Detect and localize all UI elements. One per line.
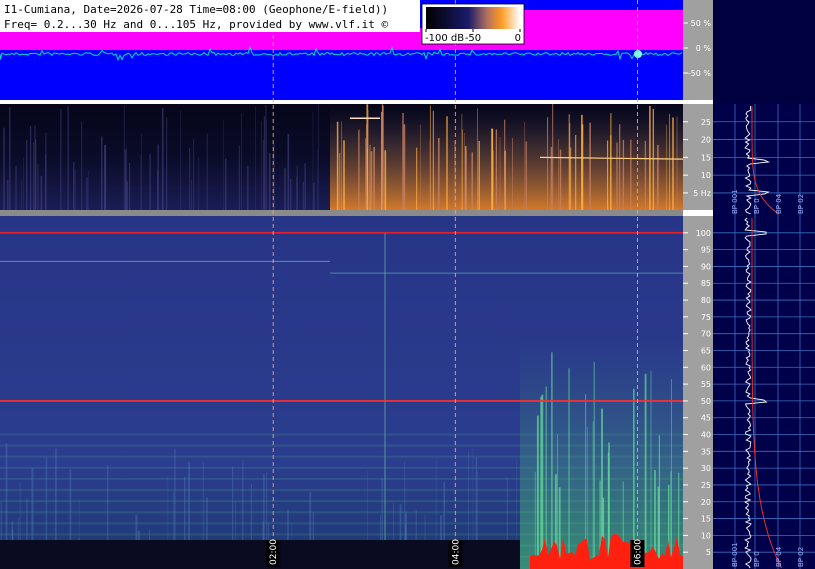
high-frequency-tick-label: 25 bbox=[701, 481, 711, 490]
high-frequency-tick-label: 55 bbox=[701, 380, 711, 389]
time-tick-label: 06:00 bbox=[633, 539, 643, 565]
high-frequency-tick-label: 10 bbox=[701, 531, 711, 540]
time-tick-label: 04:00 bbox=[451, 539, 461, 565]
side-spectrum-high: BP 001 BP 0 BP 04 BP 02 bbox=[713, 216, 815, 569]
side-tick-label: BP 0 bbox=[753, 198, 761, 214]
amplitude-tick-label: 0 % bbox=[696, 44, 712, 53]
high-frequency-tick-label: 20 bbox=[701, 498, 711, 507]
low-frequency-tick-label: 5 Hz bbox=[693, 189, 711, 198]
high-frequency-tick-label: 50 bbox=[701, 397, 711, 406]
low-frequency-tick-label: 10 bbox=[701, 171, 711, 180]
low-frequency-tick-label: 25 bbox=[701, 118, 711, 127]
colorbar-gradient bbox=[426, 7, 520, 29]
high-frequency-spectrogram bbox=[0, 216, 683, 569]
colorbar-tick-label: -50 bbox=[465, 33, 481, 44]
low-frequency-tick-label: 20 bbox=[701, 136, 711, 145]
side-spectrum-panel: BP 001 BP 0 BP 04 BP 02 BP 001 BP 0 BP 04 BP 0… bbox=[713, 0, 815, 569]
colorbar: -100 dB -50 0 bbox=[421, 3, 525, 45]
high-frequency-tick-label: 65 bbox=[701, 346, 711, 355]
high-frequency-tick-label: 30 bbox=[701, 464, 711, 473]
high-frequency-tick-label: 35 bbox=[701, 447, 711, 456]
high-frequency-tick-label: 75 bbox=[701, 313, 711, 322]
side-tick-label: BP 02 bbox=[797, 547, 805, 567]
figure-canvas: 02:00 04:00 06:00 50 % 0 % -50 % 5 Hz 10 15 20 2… bbox=[0, 0, 815, 569]
high-frequency-tick-label: 90 bbox=[701, 262, 711, 271]
header-line-2: Freq= 0.2...30 Hz and 0...105 Hz, provid… bbox=[4, 18, 388, 31]
amplitude-tick-label: -50 % bbox=[688, 69, 712, 78]
side-tick-label: BP 02 bbox=[797, 194, 805, 214]
amplitude-spike bbox=[634, 50, 642, 58]
header: I1-Cumiana, Date=2026-07-28 Time=08:00 (… bbox=[0, 0, 420, 32]
axis-strip-divider bbox=[683, 100, 713, 104]
side-panel-top bbox=[713, 0, 815, 104]
side-tick-label: BP 04 bbox=[775, 193, 783, 214]
side-tick-label: BP 0 bbox=[753, 551, 761, 567]
high-frequency-tick-label: 85 bbox=[701, 279, 711, 288]
side-spectrum-low: BP 001 BP 0 BP 04 BP 02 bbox=[713, 104, 815, 216]
low-frequency-spectrogram bbox=[0, 104, 684, 216]
high-frequency-tick-label: 95 bbox=[701, 246, 711, 255]
high-frequency-tick-label: 45 bbox=[701, 414, 711, 423]
side-tick-label: BP 001 bbox=[731, 189, 739, 214]
amplitude-tick-label: 50 % bbox=[691, 19, 712, 28]
low-frequency-tick-label: 15 bbox=[701, 153, 711, 162]
high-frequency-tick-label: 15 bbox=[701, 515, 711, 524]
header-line-1: I1-Cumiana, Date=2026-07-28 Time=08:00 (… bbox=[4, 3, 388, 16]
panel-divider-2 bbox=[0, 210, 683, 216]
frequency-axis-strip: 50 % 0 % -50 % 5 Hz 10 15 20 25 5 10 15 20 25 30 35 4… bbox=[683, 0, 713, 569]
side-tick-label: BP 001 bbox=[731, 542, 739, 567]
high-frequency-tick-label: 100 bbox=[696, 229, 711, 238]
time-tick-label: 02:00 bbox=[269, 539, 279, 565]
spectrogram-figure: 02:00 04:00 06:00 50 % 0 % -50 % 5 Hz 10 15 20 2… bbox=[0, 0, 815, 569]
high-frequency-tick-label: 60 bbox=[701, 363, 711, 372]
high-frequency-tick-label: 40 bbox=[701, 431, 711, 440]
panel-divider bbox=[0, 100, 683, 104]
side-tick-label: BP 04 bbox=[775, 546, 783, 567]
high-spectrogram-dark-floor bbox=[0, 540, 520, 569]
high-frequency-tick-label: 80 bbox=[701, 296, 711, 305]
colorbar-tick-label: -100 dB bbox=[425, 33, 464, 44]
amplitude-envelope-late bbox=[520, 10, 683, 50]
colorbar-tick-label: 0 bbox=[515, 33, 521, 44]
high-frequency-tick-label: 70 bbox=[701, 330, 711, 339]
high-frequency-tick-label: 5 bbox=[706, 548, 711, 557]
axis-strip-divider-2 bbox=[683, 210, 713, 216]
